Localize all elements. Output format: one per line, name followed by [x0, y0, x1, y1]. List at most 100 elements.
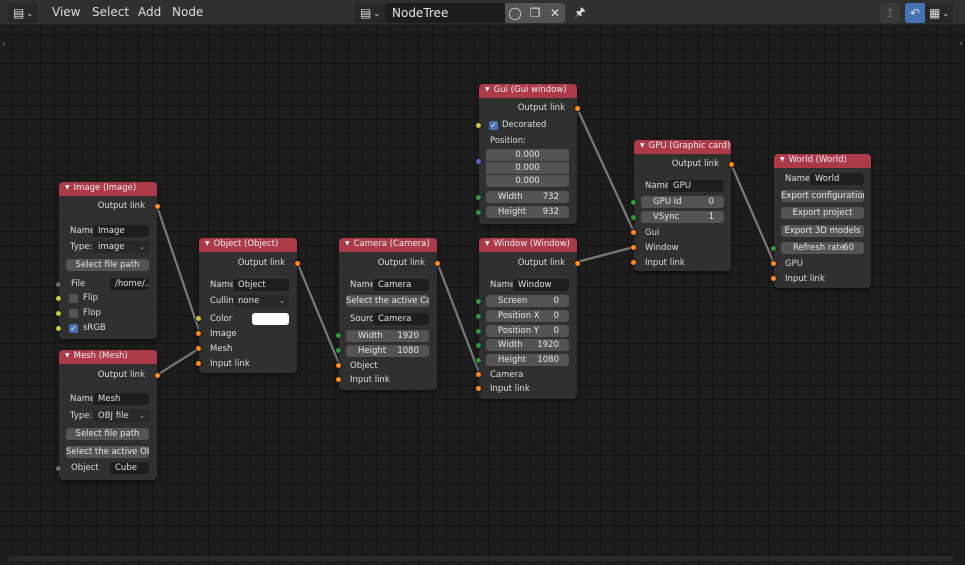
width-field[interactable]: Width 732: [486, 191, 569, 203]
node-image[interactable]: ▼ Image (Image) Output link Name: Image T…: [55, 182, 161, 339]
node-mesh[interactable]: ▼ Mesh (Mesh) Output link Name: Mesh Type…: [55, 350, 161, 480]
height-field[interactable]: Height 1080: [486, 354, 569, 366]
input-link-socket[interactable]: [475, 385, 482, 392]
select-active-camera-button[interactable]: Select the active Ca...: [346, 295, 429, 307]
name-field[interactable]: Camera: [373, 279, 429, 291]
menu-add[interactable]: Add: [138, 5, 161, 19]
width-input-socket[interactable]: [475, 342, 482, 349]
node-gpu[interactable]: ▼ GPU (Graphic card) Output link Name: GP…: [630, 140, 735, 271]
node-header[interactable]: ▼ Image (Image): [59, 182, 157, 196]
vsync-field[interactable]: VSync 1: [641, 211, 724, 223]
width-field[interactable]: Width 1920: [486, 339, 569, 351]
node-header[interactable]: ▼ GPU (Graphic card): [634, 140, 731, 154]
position-y-field[interactable]: Position Y 0: [486, 325, 569, 337]
object-field[interactable]: Cube: [110, 462, 149, 474]
name-field[interactable]: Mesh: [93, 393, 149, 405]
height-field[interactable]: Height 932: [486, 206, 569, 218]
menu-select[interactable]: Select: [92, 5, 129, 19]
position-x-input-socket[interactable]: [475, 313, 482, 320]
fake-user-button[interactable]: ◯: [505, 3, 525, 23]
flip-input-socket[interactable]: [55, 295, 62, 302]
position-y-input-socket[interactable]: [475, 328, 482, 335]
width-field[interactable]: Width 1920: [346, 330, 429, 342]
position-y-field[interactable]: 0.000: [486, 162, 569, 174]
node-object[interactable]: ▼ Object (Object) Output link Name: Objec…: [195, 238, 301, 373]
width-input-socket[interactable]: [475, 194, 482, 201]
name-field[interactable]: Image: [93, 225, 149, 237]
collapse-icon[interactable]: ▼: [205, 240, 210, 247]
collapse-icon[interactable]: ▼: [345, 240, 350, 247]
output-socket[interactable]: [574, 105, 581, 112]
menu-node[interactable]: Node: [172, 5, 203, 19]
export-configuration-button[interactable]: Export configuration: [781, 190, 864, 202]
input-link-socket[interactable]: [630, 259, 637, 266]
position-x-field[interactable]: 0.000: [486, 149, 569, 161]
screen-field[interactable]: Screen 0: [486, 295, 569, 307]
output-socket[interactable]: [154, 203, 161, 210]
output-socket[interactable]: [154, 372, 161, 379]
pin-button[interactable]: 🖈: [570, 3, 590, 23]
output-socket[interactable]: [728, 161, 735, 168]
output-socket[interactable]: [294, 260, 301, 267]
node-header[interactable]: ▼ Camera (Camera): [339, 238, 437, 252]
collapse-icon[interactable]: ▼: [65, 184, 70, 191]
gpu-id-input-socket[interactable]: [630, 199, 637, 206]
select-active-object-button[interactable]: Select the active Obj...: [66, 446, 149, 458]
cullin-dropdown[interactable]: none ⌄: [233, 295, 289, 307]
mesh-input-socket[interactable]: [195, 345, 202, 352]
name-field[interactable]: World: [810, 173, 864, 185]
unlink-button[interactable]: ✕: [545, 3, 565, 23]
object-input-socket[interactable]: [335, 362, 342, 369]
snap-mode-dropdown[interactable]: ▦ ⌄: [925, 3, 953, 23]
gpu-id-field[interactable]: GPU Id 0: [641, 196, 724, 208]
name-field[interactable]: Window: [513, 279, 569, 291]
snap-toggle-button[interactable]: ↶: [905, 3, 925, 23]
flop-input-socket[interactable]: [55, 310, 62, 317]
node-tree-type-button[interactable]: ▤ ⌄: [355, 3, 385, 23]
flop-checkbox[interactable]: [69, 309, 78, 318]
height-input-socket[interactable]: [475, 209, 482, 216]
srgb-checkbox[interactable]: ✓: [69, 324, 78, 333]
height-field[interactable]: Height 1080: [346, 345, 429, 357]
gui-input-socket[interactable]: [630, 229, 637, 236]
node-window[interactable]: ▼ Window (Window) Output link Name: Windo…: [475, 238, 581, 399]
sidebar-expand-icon[interactable]: ‹: [959, 39, 963, 49]
select-file-path-button[interactable]: Select file path: [66, 428, 149, 440]
collapse-icon[interactable]: ▼: [640, 142, 645, 149]
toolbar-expand-icon[interactable]: ›: [2, 39, 6, 49]
source-field[interactable]: Camera: [373, 313, 429, 325]
collapse-icon[interactable]: ▼: [485, 240, 490, 247]
decorated-input-socket[interactable]: [475, 122, 482, 129]
collapse-icon[interactable]: ▼: [780, 156, 785, 163]
input-link-socket[interactable]: [335, 376, 342, 383]
height-input-socket[interactable]: [475, 357, 482, 364]
node-world[interactable]: ▼ World (World) Name: World Export config…: [770, 154, 871, 288]
node-header[interactable]: ▼ Object (Object): [199, 238, 297, 252]
height-input-socket[interactable]: [335, 347, 342, 354]
object-input-socket[interactable]: [55, 465, 62, 472]
horizontal-scrollbar[interactable]: [8, 556, 953, 561]
menu-view[interactable]: View: [52, 5, 80, 19]
vsync-input-socket[interactable]: [630, 214, 637, 221]
output-socket[interactable]: [434, 260, 441, 267]
node-tree-name-field[interactable]: NodeTree: [385, 3, 505, 23]
name-field[interactable]: GPU: [668, 180, 724, 192]
color-swatch[interactable]: [252, 313, 289, 325]
node-header[interactable]: ▼ Gui (Gui window): [479, 84, 577, 98]
refresh-rate-input-socket[interactable]: [770, 245, 777, 252]
input-link-socket[interactable]: [195, 360, 202, 367]
flip-checkbox[interactable]: [69, 294, 78, 303]
screen-input-socket[interactable]: [475, 298, 482, 305]
refresh-rate-field[interactable]: Refresh rate 60: [781, 242, 864, 254]
window-input-socket[interactable]: [630, 244, 637, 251]
position-z-field[interactable]: 0.000: [486, 175, 569, 187]
editor-type-button[interactable]: ▤ ⌄: [8, 3, 38, 23]
file-field[interactable]: /home/...: [110, 278, 149, 290]
decorated-checkbox[interactable]: ✓: [489, 121, 498, 130]
input-link-socket[interactable]: [770, 275, 777, 282]
type-dropdown[interactable]: OBJ file ⌄: [93, 410, 149, 422]
srgb-input-socket[interactable]: [55, 325, 62, 332]
export-3d-models-button[interactable]: Export 3D models: [781, 225, 864, 237]
file-input-socket[interactable]: [55, 281, 62, 288]
gpu-input-socket[interactable]: [770, 260, 777, 267]
